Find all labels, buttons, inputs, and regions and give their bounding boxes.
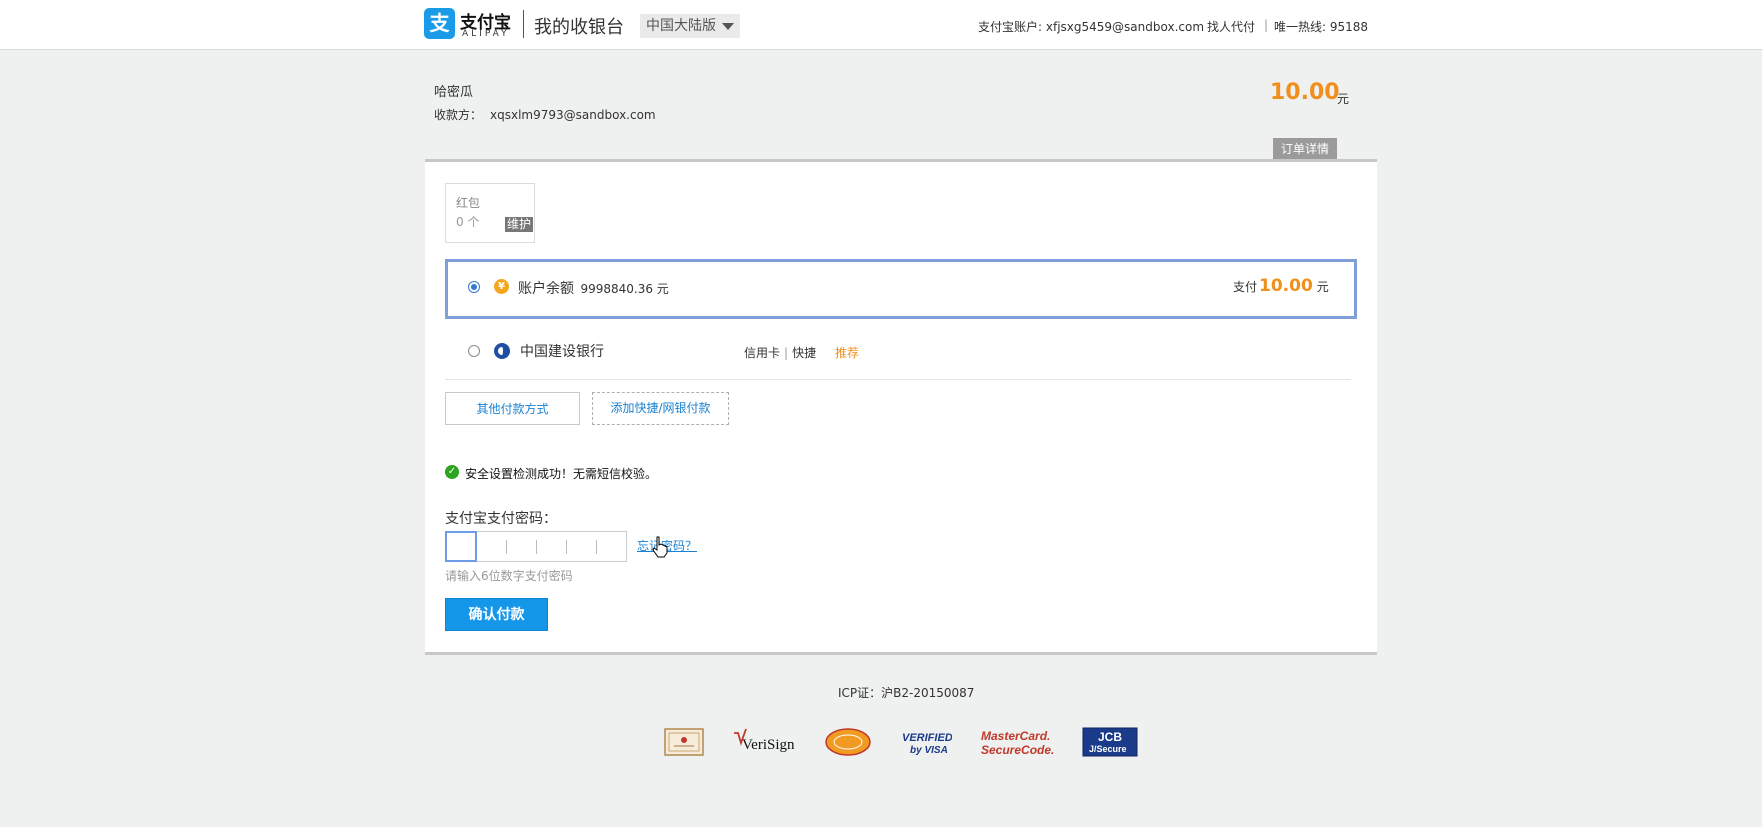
card-type: 信用卡 bbox=[744, 346, 781, 360]
security-message: 安全设置检测成功！无需短信校验。 bbox=[465, 467, 658, 481]
hotline: 唯一热线: 95188 bbox=[1274, 18, 1368, 35]
verisign-text: VeriSign bbox=[742, 737, 795, 753]
password-input[interactable] bbox=[445, 531, 627, 562]
page-title: 我的收银台 bbox=[534, 17, 624, 38]
jsecure-text: J/Secure bbox=[1089, 744, 1127, 754]
header-divider: | bbox=[1264, 18, 1269, 32]
payment-panel: 红包 0 个 维护 ¥ 账户余额 9998840.36 元 支付 10.00 元 中… bbox=[425, 159, 1377, 655]
mastercard-securecode-badge[interactable]: MasterCard. SecureCode. bbox=[980, 727, 1056, 757]
balance-radio[interactable] bbox=[468, 281, 480, 293]
password-digit-separator bbox=[596, 540, 597, 554]
visa-verified-badge[interactable]: VERIFIED by VISA bbox=[900, 727, 952, 757]
payee-email: xqsxlm9793@sandbox.com bbox=[490, 108, 656, 122]
jcb-jsecure-badge[interactable]: JCB J/Secure bbox=[1082, 727, 1138, 757]
recommend-tag: 推荐 bbox=[835, 346, 860, 360]
payee-row: 收款方： xqsxlm9793@sandbox.com bbox=[434, 106, 656, 123]
verisign-badge[interactable]: VeriSign bbox=[732, 727, 798, 757]
securecode-text: SecureCode. bbox=[981, 743, 1054, 757]
alipay-logo-icon[interactable]: 支 bbox=[424, 8, 455, 39]
mastercard-text: MasterCard. bbox=[981, 729, 1050, 743]
pay-value: 10.00 bbox=[1259, 276, 1313, 296]
find-proxy-link[interactable]: 找人代付 bbox=[1207, 18, 1255, 35]
payee-label: 收款方： bbox=[434, 108, 483, 122]
order-amount: 10.00 bbox=[1270, 80, 1340, 105]
license-certificate-icon[interactable] bbox=[664, 727, 704, 757]
password-hint: 请输入6位数字支付密码 bbox=[445, 569, 573, 583]
yuan-coin-icon: ¥ bbox=[494, 279, 509, 294]
order-detail-button[interactable]: 订单详情 bbox=[1273, 138, 1337, 160]
password-digit-separator bbox=[536, 540, 537, 554]
visa-byvisa-text: by VISA bbox=[910, 745, 948, 756]
logo-divider bbox=[523, 10, 524, 38]
bank-radio[interactable] bbox=[468, 345, 480, 357]
region-select[interactable]: 中国大陆版 bbox=[640, 14, 740, 38]
confirm-payment-button[interactable]: 确认付款 bbox=[445, 598, 548, 631]
account-info: 支付宝账户: xfjsxg5459@sandbox.com bbox=[978, 18, 1204, 35]
add-quick-pay-button[interactable]: 添加快捷/网银付款 bbox=[592, 392, 729, 425]
region-select-value: 中国大陆版 bbox=[646, 18, 716, 34]
bank-name[interactable]: 中国建设银行 bbox=[520, 341, 604, 361]
other-payment-button[interactable]: 其他付款方式 bbox=[445, 392, 580, 425]
hand-cursor-icon bbox=[652, 536, 668, 558]
pay-prefix: 支付 bbox=[1233, 280, 1258, 294]
jcb-text: JCB bbox=[1098, 730, 1122, 744]
icp-license: ICP证：沪B2-20150087 bbox=[838, 686, 975, 700]
card-type-separator: | bbox=[784, 346, 789, 360]
divider bbox=[445, 379, 1351, 380]
password-digit-separator bbox=[566, 540, 567, 554]
balance-label-row: 账户余额 9998840.36 元 bbox=[518, 278, 669, 298]
ccb-bank-icon bbox=[494, 343, 510, 359]
account-email: xfjsxg5459@sandbox.com bbox=[1045, 20, 1205, 34]
visa-verified-text: VERIFIED bbox=[902, 732, 952, 744]
password-label: 支付宝支付密码： bbox=[445, 511, 557, 527]
payment-method-balance[interactable]: ¥ 账户余额 9998840.36 元 支付 10.00 元 bbox=[445, 259, 1357, 319]
password-digit-1[interactable] bbox=[445, 531, 477, 562]
balance-pay-amount: 支付 10.00 元 bbox=[1233, 276, 1329, 296]
merchant-name: 哈密瓜 bbox=[434, 85, 474, 100]
top-bar: 支 支付宝 ALIPAY 我的收银台 中国大陆版 支付宝账户: xfjsxg54… bbox=[0, 0, 1762, 50]
card-mode: 快捷 bbox=[792, 346, 817, 360]
hongbao-count: 0 个 bbox=[456, 215, 480, 229]
check-circle-icon: ✓ bbox=[445, 465, 459, 479]
hongbao-card[interactable]: 红包 0 个 维护 bbox=[445, 183, 535, 243]
balance-amount: 9998840.36 元 bbox=[580, 282, 669, 296]
password-digit-separator bbox=[506, 540, 507, 554]
logo-text-en: ALIPAY bbox=[462, 29, 510, 39]
hotline-label: 唯一热线: bbox=[1274, 20, 1327, 34]
cfca-seal-icon[interactable] bbox=[824, 727, 872, 757]
bank-card-type: 信用卡 | 快捷 bbox=[744, 344, 816, 361]
caret-down-icon bbox=[722, 22, 734, 30]
pay-unit: 元 bbox=[1316, 280, 1329, 294]
hongbao-maintenance-badge: 维护 bbox=[505, 217, 534, 232]
hongbao-title: 红包 bbox=[456, 196, 481, 210]
hotline-number: 95188 bbox=[1329, 20, 1369, 34]
account-label: 支付宝账户: bbox=[978, 20, 1043, 34]
order-amount-unit: 元 bbox=[1337, 92, 1350, 106]
balance-label: 账户余额 bbox=[518, 281, 574, 297]
